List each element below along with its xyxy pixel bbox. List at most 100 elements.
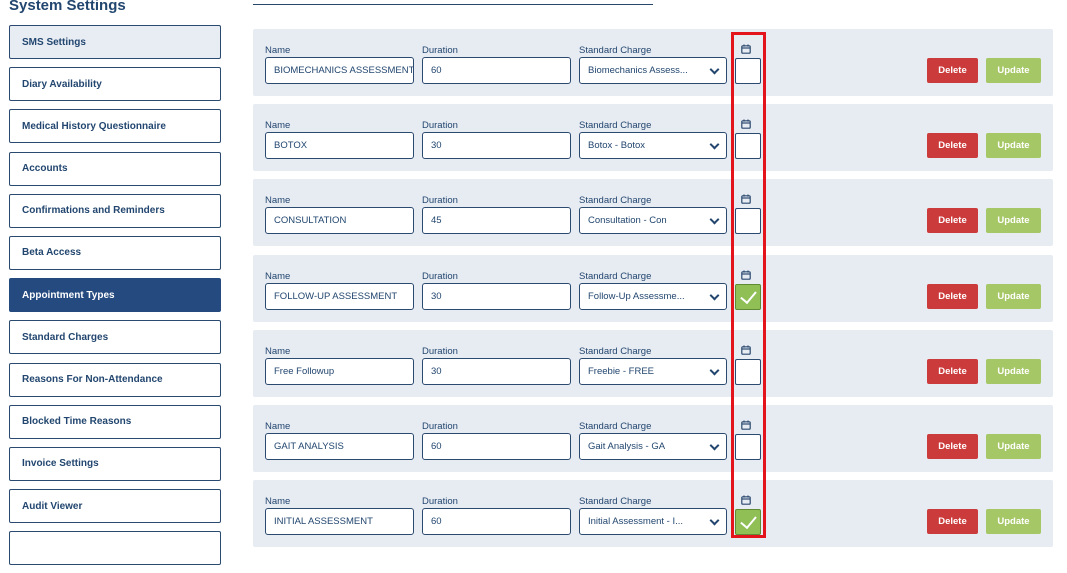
sidebar-item-label: Standard Charges <box>22 331 109 343</box>
duration-input[interactable]: 30 <box>422 132 571 160</box>
page-title: System Settings <box>9 0 126 14</box>
delete-button[interactable]: Delete <box>927 208 978 234</box>
sidebar-item-label: Diary Availability <box>22 78 102 90</box>
duration-label: Duration <box>422 45 458 56</box>
name-label: Name <box>265 345 291 357</box>
standard-charge-select[interactable]: Gait Analysis - GA <box>579 432 727 460</box>
delete-button[interactable]: Delete <box>927 58 978 83</box>
update-button[interactable]: Update <box>986 433 1041 459</box>
delete-button[interactable]: Delete <box>927 509 978 535</box>
sidebar-item-standard-charges[interactable]: Standard Charges <box>9 320 221 355</box>
sidebar-item-beta-access[interactable]: Beta Access <box>9 235 221 270</box>
duration-input[interactable]: 30 <box>422 282 571 310</box>
sidebar-item-accounts[interactable]: Accounts <box>9 151 221 186</box>
update-button[interactable]: Update <box>986 358 1041 384</box>
sidebar-item-invoice-settings[interactable]: Invoice Settings <box>9 446 221 481</box>
standard-charge-value: Follow-Up Assessme... <box>588 290 685 302</box>
appointment-type-row: Name BIOMECHANICS ASSESSMENT Duration 60 Sta… <box>253 29 1053 96</box>
duration-label: Duration <box>422 270 458 282</box>
name-label: Name <box>265 496 291 508</box>
standard-charge-label: Standard Charge <box>579 120 652 132</box>
sidebar-item-blocked-time-reasons[interactable]: Blocked Time Reasons <box>9 404 221 439</box>
duration-input[interactable]: 60 <box>422 432 571 460</box>
update-button[interactable]: Update <box>986 133 1041 159</box>
name-input[interactable]: FOLLOW-UP ASSESSMENT <box>265 282 414 310</box>
online-booking-checkbox[interactable] <box>735 358 761 385</box>
delete-button[interactable]: Delete <box>927 283 978 309</box>
sidebar-item-confirmations-and-reminders[interactable]: Confirmations and Reminders <box>9 193 221 228</box>
update-button[interactable]: Update <box>986 283 1041 309</box>
duration-label: Duration <box>422 195 458 207</box>
sidebar-item-label: Accounts <box>22 163 68 175</box>
standard-charge-value: Consultation - Con <box>588 215 667 227</box>
delete-button[interactable]: Delete <box>927 433 978 459</box>
duration-input[interactable]: 30 <box>422 357 571 385</box>
name-input[interactable]: CONSULTATION <box>265 207 414 235</box>
duration-input[interactable]: 60 <box>422 57 571 84</box>
calendar-icon <box>741 270 751 280</box>
sidebar-item-medical-history-questionnaire[interactable]: Medical History Questionnaire <box>9 109 221 144</box>
sidebar-item-label: Invoice Settings <box>22 458 99 470</box>
standard-charge-value: Biomechanics Assess... <box>588 65 688 76</box>
checkmark-icon <box>739 286 757 304</box>
sidebar-item-label: SMS Settings <box>22 36 86 48</box>
name-label: Name <box>265 195 291 207</box>
duration-label: Duration <box>422 420 458 432</box>
chevron-down-icon <box>709 515 720 526</box>
online-booking-checkbox[interactable] <box>735 133 761 160</box>
appointment-type-row: Name FOLLOW-UP ASSESSMENT Duration 30 Standa… <box>253 254 1053 322</box>
standard-charge-value: Initial Assessment - I... <box>588 516 684 528</box>
standard-charge-value: Freebie - FREE <box>588 365 654 377</box>
standard-charge-label: Standard Charge <box>579 195 652 207</box>
sidebar-item-reasons-for-non-attendance[interactable]: Reasons For Non-Attendance <box>9 362 221 397</box>
name-label: Name <box>265 420 291 432</box>
name-input[interactable]: BIOMECHANICS ASSESSMENT <box>265 57 414 84</box>
standard-charge-select[interactable]: Follow-Up Assessme... <box>579 282 727 310</box>
online-booking-checkbox[interactable] <box>735 283 761 310</box>
appointment-type-row: Name Free Followup Duration 30 Standard Char… <box>253 329 1053 397</box>
standard-charge-value: Botox - Botox <box>588 140 646 152</box>
sidebar-item-diary-availability[interactable]: Diary Availability <box>9 67 221 102</box>
calendar-icon <box>741 44 751 54</box>
name-label: Name <box>265 45 291 56</box>
duration-input[interactable]: 45 <box>422 207 571 235</box>
standard-charge-label: Standard Charge <box>579 45 652 56</box>
online-booking-checkbox[interactable] <box>735 58 761 84</box>
sidebar-item-label: Confirmations and Reminders <box>22 205 165 217</box>
online-booking-checkbox[interactable] <box>735 208 761 235</box>
duration-input[interactable]: 60 <box>422 508 571 536</box>
sidebar-item-appointment-types[interactable]: Appointment Types <box>9 278 221 313</box>
sidebar-item-sms-settings[interactable]: SMS Settings <box>9 25 221 59</box>
name-input[interactable]: BOTOX <box>265 132 414 160</box>
name-input[interactable]: INITIAL ASSESSMENT <box>265 508 414 536</box>
standard-charge-label: Standard Charge <box>579 420 652 432</box>
appointment-type-row: Name CONSULTATION Duration 45 Standard Charg… <box>253 179 1053 247</box>
delete-button[interactable]: Delete <box>927 358 978 384</box>
standard-charge-select[interactable]: Freebie - FREE <box>579 357 727 385</box>
online-booking-checkbox[interactable] <box>735 509 761 536</box>
sidebar-item-more[interactable] <box>9 531 221 566</box>
standard-charge-label: Standard Charge <box>579 270 652 282</box>
standard-charge-select[interactable]: Biomechanics Assess... <box>579 57 727 84</box>
update-button[interactable]: Update <box>986 208 1041 234</box>
calendar-icon <box>741 495 751 505</box>
sidebar-item-label: Blocked Time Reasons <box>22 416 132 428</box>
name-label: Name <box>265 270 291 282</box>
name-label: Name <box>265 120 291 132</box>
standard-charge-select[interactable]: Consultation - Con <box>579 207 727 235</box>
appointment-type-row: Name BOTOX Duration 30 Standard Charge Botox … <box>253 104 1053 172</box>
duration-label: Duration <box>422 345 458 357</box>
sidebar-item-label: Appointment Types <box>22 289 115 301</box>
sidebar-item-label: Reasons For Non-Attendance <box>22 374 163 385</box>
delete-button[interactable]: Delete <box>927 133 978 159</box>
online-booking-checkbox[interactable] <box>735 433 761 460</box>
sidebar-item-audit-viewer[interactable]: Audit Viewer <box>9 489 221 524</box>
standard-charge-value: Gait Analysis - GA <box>588 440 666 452</box>
standard-charge-select[interactable]: Botox - Botox <box>579 132 727 160</box>
standard-charge-select[interactable]: Initial Assessment - I... <box>579 508 727 536</box>
name-input[interactable]: GAIT ANALYSIS <box>265 432 414 460</box>
update-button[interactable]: Update <box>986 509 1041 535</box>
name-input[interactable]: Free Followup <box>265 357 414 385</box>
header-divider <box>253 4 653 5</box>
update-button[interactable]: Update <box>986 58 1041 83</box>
